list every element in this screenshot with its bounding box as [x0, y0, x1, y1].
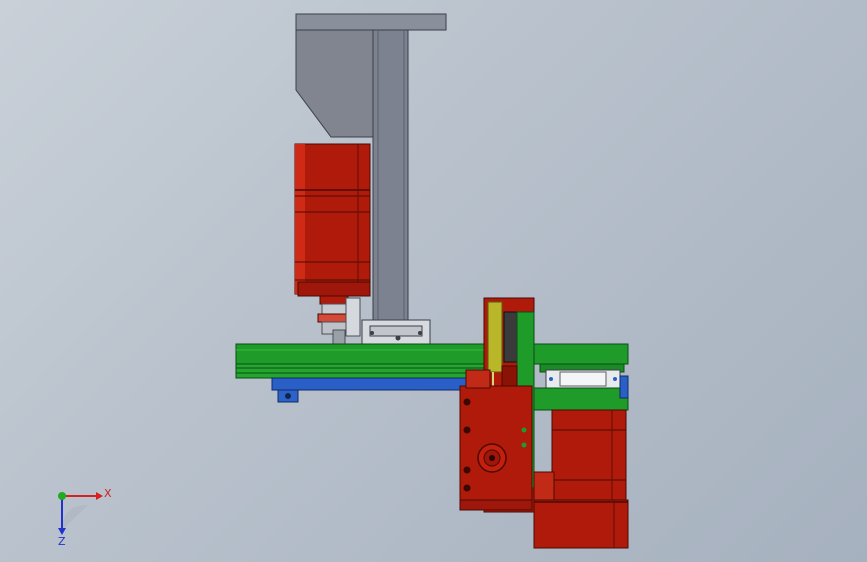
cad-model-viewport[interactable]: X Z — [0, 0, 867, 562]
coordinate-triad-icon: X Z — [58, 487, 112, 548]
x-axis-label: X — [104, 487, 112, 500]
z-axis-label: Z — [58, 535, 66, 548]
column-top-cap — [295, 13, 447, 31]
upper-motor-body — [294, 143, 371, 295]
y-axis-dot — [58, 492, 66, 500]
blue-base-plate — [271, 377, 467, 403]
yellow-guide-strip — [487, 301, 503, 373]
pulley-block — [459, 369, 533, 511]
lower-motor-body — [551, 409, 627, 501]
column-gusset — [295, 29, 374, 138]
right-green-plate — [533, 343, 629, 411]
upper-motor — [294, 143, 371, 297]
lower-motor — [533, 409, 629, 549]
upper-motor-flange — [297, 281, 371, 297]
